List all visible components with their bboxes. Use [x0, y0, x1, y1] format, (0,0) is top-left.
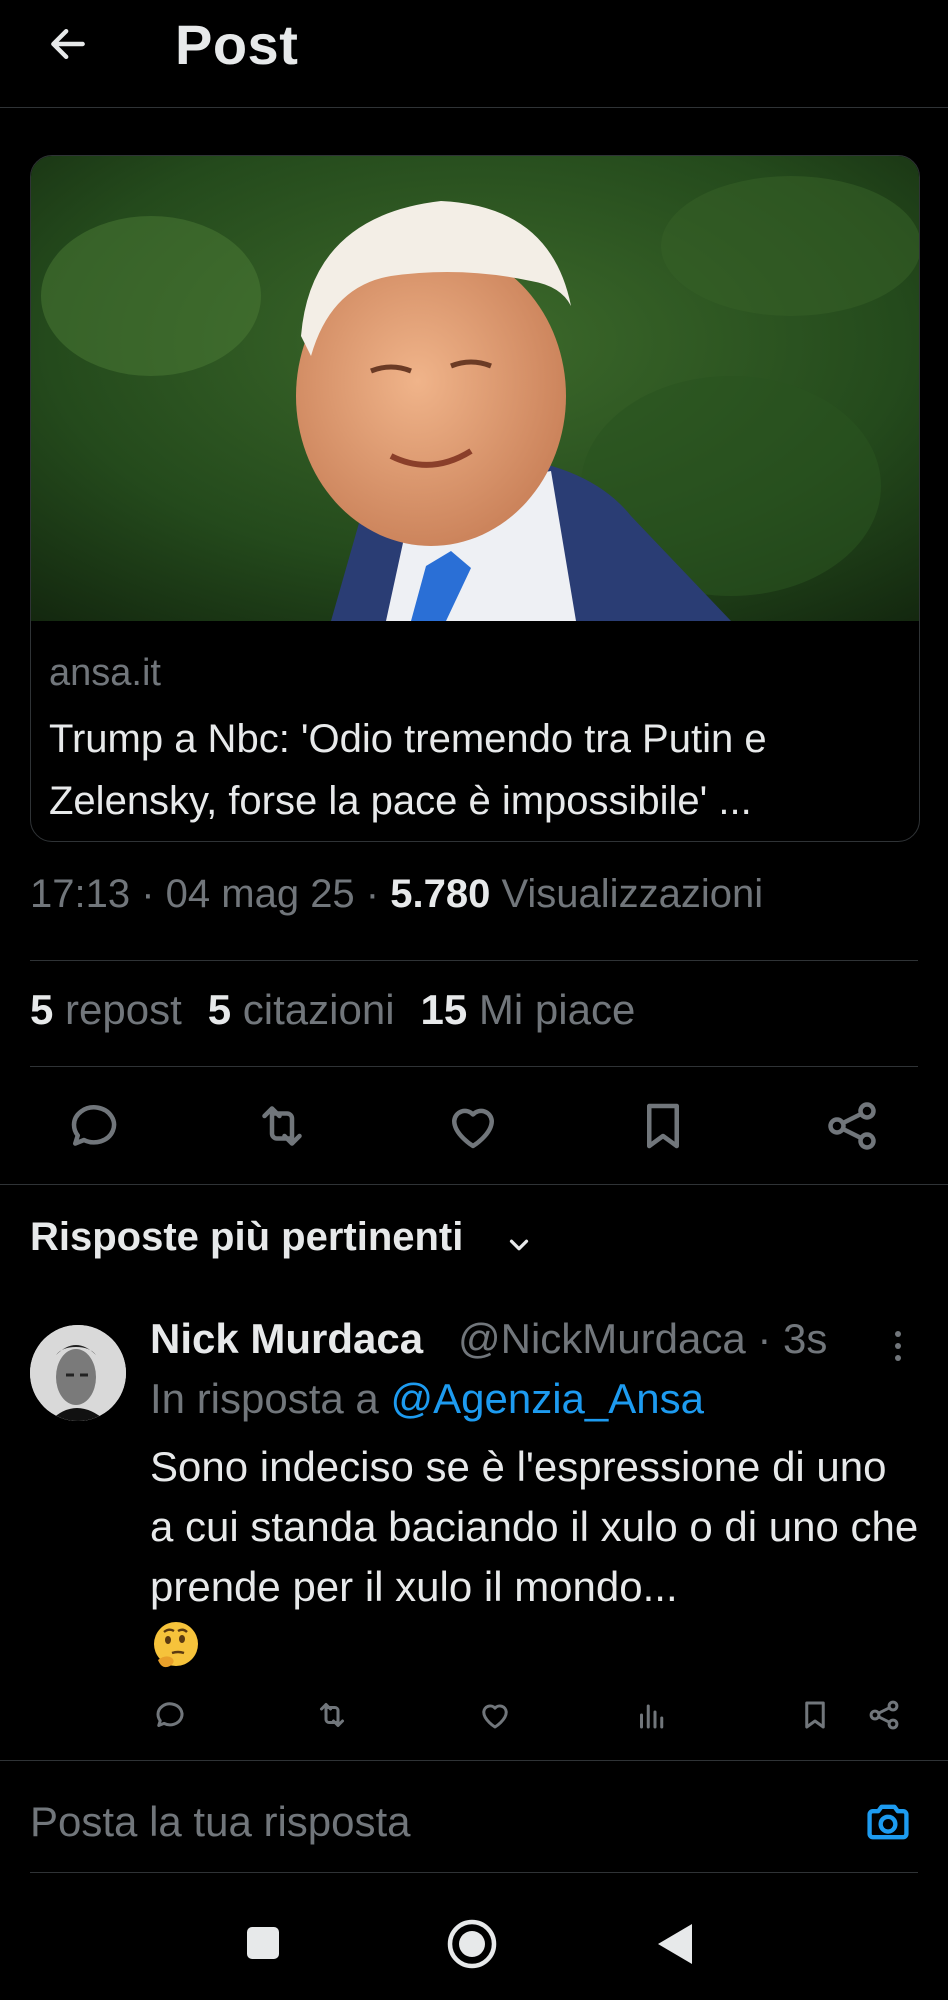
- like-icon[interactable]: [443, 1096, 503, 1156]
- comment-icon[interactable]: [64, 1096, 124, 1156]
- article-thumbnail: [31, 156, 919, 621]
- back-arrow-icon[interactable]: [46, 22, 90, 66]
- reply-bookmark-icon[interactable]: [797, 1697, 833, 1733]
- page-title: Post: [175, 13, 299, 76]
- reposts-label: repost: [53, 986, 182, 1033]
- recents-button-icon[interactable]: [245, 1925, 281, 1961]
- post-date: 04 mag 25: [165, 872, 355, 916]
- replies-sort-toggle[interactable]: Risposte più pertinenti: [30, 1215, 463, 1260]
- thinking-face-emoji: [154, 1622, 198, 1668]
- link-preview-card[interactable]: ansa.it Trump a Nbc: 'Odio tremendo tra …: [30, 155, 920, 842]
- section-divider: [0, 1760, 948, 1761]
- divider: [30, 1066, 918, 1067]
- reply-author-handle[interactable]: @NickMurdaca · 3s: [458, 1315, 827, 1363]
- post-time: 17:13: [30, 872, 131, 916]
- reposts-count: 5: [30, 986, 54, 1033]
- link-domain: ansa.it: [49, 652, 161, 694]
- share-icon[interactable]: [822, 1096, 882, 1156]
- repost-icon[interactable]: [252, 1096, 312, 1156]
- views-count: 5.780: [390, 872, 491, 916]
- likes-stat[interactable]: 15 Mi piace: [421, 986, 662, 1033]
- chevron-down-icon[interactable]: [504, 1230, 534, 1260]
- link-headline: Trump a Nbc: 'Odio tremendo tra Putin e …: [49, 717, 767, 823]
- quotes-label: citazioni: [231, 986, 395, 1033]
- post-meta: 17:13 · 04 mag 25 · 5.780 Visualizzazion…: [30, 872, 763, 917]
- reply-author-name[interactable]: Nick Murdaca: [150, 1315, 423, 1363]
- section-divider: [0, 1184, 948, 1185]
- reply-compose-input[interactable]: Posta la tua risposta: [30, 1798, 411, 1846]
- likes-label: Mi piace: [467, 986, 636, 1033]
- reply-like-icon[interactable]: [477, 1697, 513, 1733]
- header-divider: [0, 107, 948, 108]
- divider: [30, 960, 918, 961]
- back-button-icon[interactable]: [654, 1921, 696, 1967]
- quotes-count: 5: [207, 986, 232, 1033]
- mentioned-handle-link[interactable]: @Agenzia_Ansa: [390, 1375, 704, 1422]
- meta-separator: ·: [354, 872, 391, 916]
- bookmark-icon[interactable]: [633, 1096, 693, 1156]
- reposts-stat[interactable]: 5 repost: [30, 986, 208, 1033]
- reply-text: Sono indeciso se è l'espressione di uno …: [150, 1443, 919, 1610]
- reply-analytics-icon[interactable]: [634, 1697, 670, 1733]
- views-label: Visualizzazioni: [490, 872, 764, 916]
- camera-icon[interactable]: [862, 1796, 914, 1848]
- engagement-stats: 5 repost 5 citazioni 15 Mi piace: [30, 986, 661, 1034]
- likes-count: 15: [420, 986, 468, 1033]
- more-options-icon[interactable]: [888, 1328, 908, 1364]
- meta-separator: ·: [130, 872, 166, 916]
- in-reply-to: In risposta a @Agenzia_Ansa: [150, 1375, 704, 1423]
- avatar[interactable]: [30, 1325, 126, 1421]
- reply-comment-icon[interactable]: [152, 1697, 188, 1733]
- reply-share-icon[interactable]: [866, 1697, 902, 1733]
- home-button-icon[interactable]: [446, 1918, 498, 1970]
- quotes-stat[interactable]: 5 citazioni: [208, 986, 421, 1033]
- reply-repost-icon[interactable]: [314, 1697, 350, 1733]
- compose-underline: [30, 1872, 918, 1873]
- in-reply-prefix: In risposta a: [150, 1375, 391, 1422]
